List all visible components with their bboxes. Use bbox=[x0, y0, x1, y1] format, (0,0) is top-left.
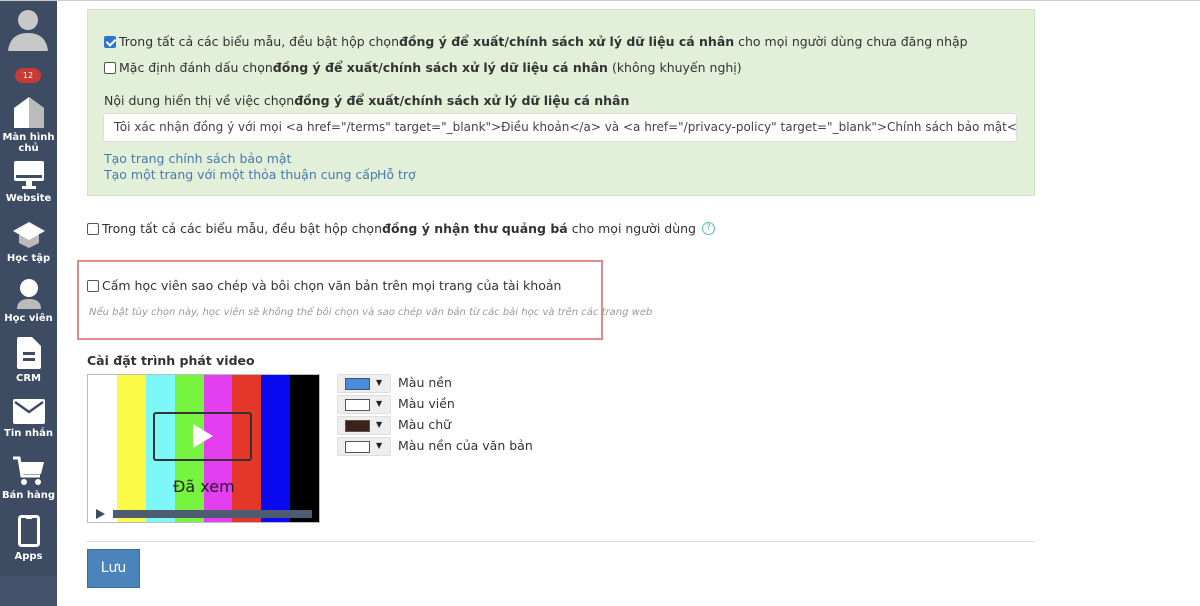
color-swatch bbox=[345, 399, 370, 411]
option-bold-text: đồng ý để xuất/chính sách xử lý dữ liệu … bbox=[399, 34, 735, 49]
consent-enable-checkbox[interactable] bbox=[104, 35, 116, 48]
option-text: Trong tất cả các biểu mẫu, đều bật hộp c… bbox=[119, 34, 399, 49]
option-bold-text: đồng ý nhận thư quảng bá bbox=[382, 221, 568, 236]
sidebar-item-label: Tin nhắn bbox=[4, 428, 53, 439]
text-color-picker[interactable]: ▼ bbox=[337, 416, 391, 435]
sidebar-item-messages[interactable]: Tin nhắn bbox=[0, 399, 57, 439]
home-icon bbox=[13, 97, 44, 128]
sidebar-item-learning[interactable]: Học tập bbox=[0, 221, 57, 264]
promo-consent-option[interactable]: Trong tất cả các biểu mẫu, đều bật hộp c… bbox=[87, 221, 715, 236]
dropdown-arrow-icon: ▼ bbox=[376, 420, 383, 429]
option-text: Cấm học viên sao chép và bôi chọn văn bả… bbox=[102, 278, 562, 293]
consent-enable-option[interactable]: Trong tất cả các biểu mẫu, đều bật hộp c… bbox=[104, 34, 968, 49]
sidebar-footer bbox=[0, 576, 57, 606]
monitor-icon bbox=[13, 161, 44, 189]
option-text: cho mọi người dùng chưa đăng nhập bbox=[738, 34, 968, 49]
label-text: Nội dung hiển thị về việc chọn bbox=[104, 93, 295, 108]
sidebar-item-sales[interactable]: Bán hàng bbox=[0, 456, 57, 501]
video-preview: Đã xem bbox=[87, 374, 320, 523]
color-bar bbox=[116, 375, 146, 522]
sidebar-item-crm[interactable]: CRM bbox=[0, 337, 57, 384]
color-swatch bbox=[345, 441, 370, 453]
color-bar bbox=[261, 375, 291, 522]
option-bold-text: đồng ý để xuất/chính sách xử lý dữ liệu … bbox=[272, 60, 608, 75]
small-play-icon[interactable] bbox=[96, 509, 105, 519]
sidebar-item-website[interactable]: Website bbox=[0, 161, 57, 204]
consent-settings-panel: Trong tất cả các biểu mẫu, đều bật hộp c… bbox=[87, 9, 1035, 196]
create-agreement-page-link[interactable]: Tạo một trang với một thỏa thuận cung cấ… bbox=[104, 167, 378, 182]
notification-badge[interactable]: 12 bbox=[15, 68, 41, 83]
color-bar bbox=[290, 375, 319, 522]
sidebar-item-label: Bán hàng bbox=[1, 490, 56, 501]
color-swatch bbox=[345, 378, 370, 390]
consent-default-option[interactable]: Mặc định đánh dấu chọn đồng ý để xuất/ch… bbox=[104, 60, 742, 75]
option-text: Mặc định đánh dấu chọn bbox=[119, 60, 273, 75]
divider bbox=[87, 541, 1035, 542]
sidebar-item-label: Apps bbox=[14, 551, 43, 562]
sidebar: 12 Màn hình chủ Website Học tập Học viên… bbox=[0, 1, 57, 606]
border-color-picker[interactable]: ▼ bbox=[337, 395, 391, 414]
consent-default-checkbox[interactable] bbox=[104, 61, 116, 74]
copy-protection-checkbox[interactable] bbox=[87, 279, 99, 292]
play-icon[interactable] bbox=[153, 412, 252, 461]
phone-icon bbox=[17, 515, 40, 547]
color-bar bbox=[88, 375, 117, 522]
consent-text-input[interactable]: Tôi xác nhận đồng ý với mọi <a href="/te… bbox=[103, 113, 1017, 142]
avatar-icon[interactable] bbox=[6, 5, 50, 51]
support-link[interactable]: Hỗ trợ bbox=[377, 167, 416, 182]
color-label: Màu chữ bbox=[398, 417, 452, 432]
sidebar-item-apps[interactable]: Apps bbox=[0, 515, 57, 562]
document-icon bbox=[16, 337, 41, 369]
sidebar-item-students[interactable]: Học viên bbox=[0, 279, 57, 324]
progress-bar[interactable] bbox=[113, 510, 312, 518]
sidebar-item-label: Website bbox=[5, 193, 52, 204]
copy-protection-option[interactable]: Cấm học viên sao chép và bôi chọn văn bả… bbox=[87, 278, 561, 293]
background-color-picker[interactable]: ▼ bbox=[337, 374, 391, 393]
sidebar-item-label: CRM bbox=[16, 373, 41, 384]
dropdown-arrow-icon: ▼ bbox=[376, 441, 383, 450]
watched-label: Đã xem bbox=[173, 477, 235, 496]
option-text: cho mọi người dùng bbox=[571, 221, 696, 236]
option-text: Trong tất cả các biểu mẫu, đều bật hộp c… bbox=[102, 221, 382, 236]
create-privacy-page-link[interactable]: Tạo trang chính sách bảo mật bbox=[104, 151, 291, 166]
cart-icon bbox=[12, 456, 44, 485]
sidebar-item-home[interactable]: Màn hình chủ bbox=[0, 96, 57, 154]
copy-protection-box: Cấm học viên sao chép và bôi chọn văn bả… bbox=[77, 260, 652, 340]
label-bold-text: đồng ý để xuất/chính sách xử lý dữ liệu … bbox=[294, 93, 630, 108]
user-icon bbox=[16, 279, 41, 309]
help-icon[interactable]: ? bbox=[701, 222, 715, 235]
color-label: Màu nền của văn bản bbox=[398, 438, 533, 453]
option-text: (không khuyến nghị) bbox=[611, 60, 742, 75]
envelope-icon bbox=[12, 399, 45, 424]
save-button[interactable]: Lưu bbox=[87, 549, 140, 588]
graduation-cap-icon bbox=[12, 222, 45, 248]
consent-text-label: Nội dung hiển thị về việc chọn đồng ý để… bbox=[104, 93, 629, 108]
sidebar-item-label: Màn hình chủ bbox=[2, 132, 55, 154]
color-swatch bbox=[345, 420, 370, 432]
promo-consent-checkbox[interactable] bbox=[87, 222, 99, 235]
dropdown-arrow-icon: ▼ bbox=[376, 399, 383, 408]
sidebar-item-label: Học viên bbox=[4, 313, 53, 324]
color-label: Màu viền bbox=[398, 396, 455, 411]
color-label: Màu nền bbox=[398, 375, 452, 390]
copy-protection-hint: Nếu bật tùy chọn này, học viên sẽ không … bbox=[89, 307, 653, 318]
video-settings-heading: Cài đặt trình phát video bbox=[87, 353, 255, 368]
dropdown-arrow-icon: ▼ bbox=[376, 378, 383, 387]
text-background-color-picker[interactable]: ▼ bbox=[337, 437, 391, 456]
sidebar-item-label: Học tập bbox=[6, 253, 51, 264]
